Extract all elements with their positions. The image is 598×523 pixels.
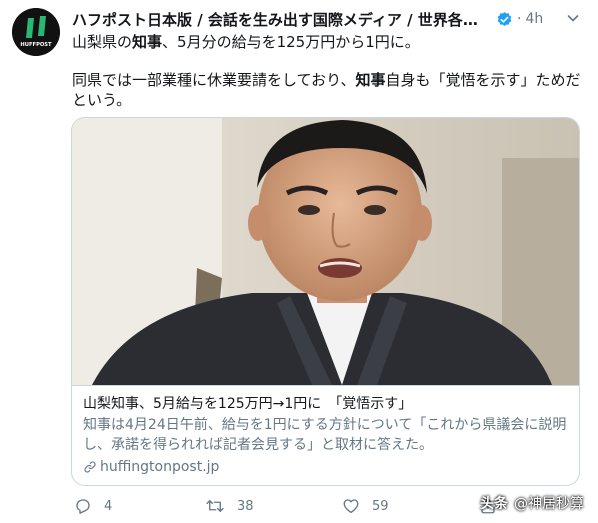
like-button[interactable]: 59: [342, 497, 389, 515]
verified-badge-icon: [497, 11, 512, 26]
avatar[interactable]: HUFFPOST: [12, 8, 60, 56]
separator-dot: ·: [517, 11, 522, 27]
retweet-button[interactable]: 38: [205, 497, 254, 515]
link-card[interactable]: 山梨知事、5月給与を125万円→1円に 「覚悟示す」 知事は4月24日午前、給与…: [71, 117, 580, 486]
like-count: 59: [372, 498, 389, 514]
retweet-count: 38: [237, 498, 254, 514]
reply-count: 4: [104, 498, 113, 514]
text-segment: 山梨県の: [72, 33, 133, 51]
avatar-text: HUFFPOST: [20, 42, 52, 48]
huffpost-logo-icon: HUFFPOST: [12, 8, 60, 56]
display-name[interactable]: ハフポスト日本版 / 会話を生み出す国際メディア / 世界各国...: [72, 9, 492, 30]
card-domain: huffingtonpost.jp: [83, 457, 569, 477]
watermark-logo: 头条: [480, 496, 508, 512]
reply-icon: [76, 499, 90, 514]
watermark: 头条 @神居秒算: [480, 493, 584, 513]
tweet-time[interactable]: 4h: [525, 11, 543, 27]
tweet-header: ハフポスト日本版 / 会話を生み出す国際メディア / 世界各国... · 4h: [72, 8, 587, 30]
card-domain-text: huffingtonpost.jp: [100, 459, 220, 475]
card-description: 知事は4月24日午前、給与を1円にする方針について「これから県議会に説明し、承諾…: [83, 417, 567, 453]
tweet-line-1: 山梨県の知事、5月分の給与を125万円から1円に。: [72, 32, 584, 52]
bold-keyword: 知事: [132, 33, 163, 51]
text-segment: 、5月分の給与を125万円から1円に。: [162, 33, 420, 51]
card-photo: [72, 118, 579, 385]
link-icon: [84, 461, 96, 473]
text-segment: 同県では一部業種に休業要請をしており、: [72, 71, 356, 89]
like-icon: [343, 499, 359, 514]
card-title: 山梨知事、5月給与を125万円→1円に 「覚悟示す」: [83, 396, 413, 412]
watermark-handle: @神居秒算: [514, 496, 584, 512]
card-body: 山梨知事、5月給与を125万円→1円に 「覚悟示す」 知事は4月24日午前、給与…: [72, 385, 579, 485]
retweet-icon: [206, 500, 224, 512]
tweet-text: 山梨県の知事、5月分の給与を125万円から1円に。 同県では一部業種に休業要請を…: [72, 32, 584, 110]
reply-button[interactable]: 4: [74, 497, 112, 515]
bold-keyword: 知事: [355, 71, 386, 89]
chevron-down-icon[interactable]: [565, 10, 581, 26]
tweet-line-2: 同県では一部業種に休業要請をしており、知事自身も「覚悟を示す」ためだという。: [72, 70, 584, 110]
